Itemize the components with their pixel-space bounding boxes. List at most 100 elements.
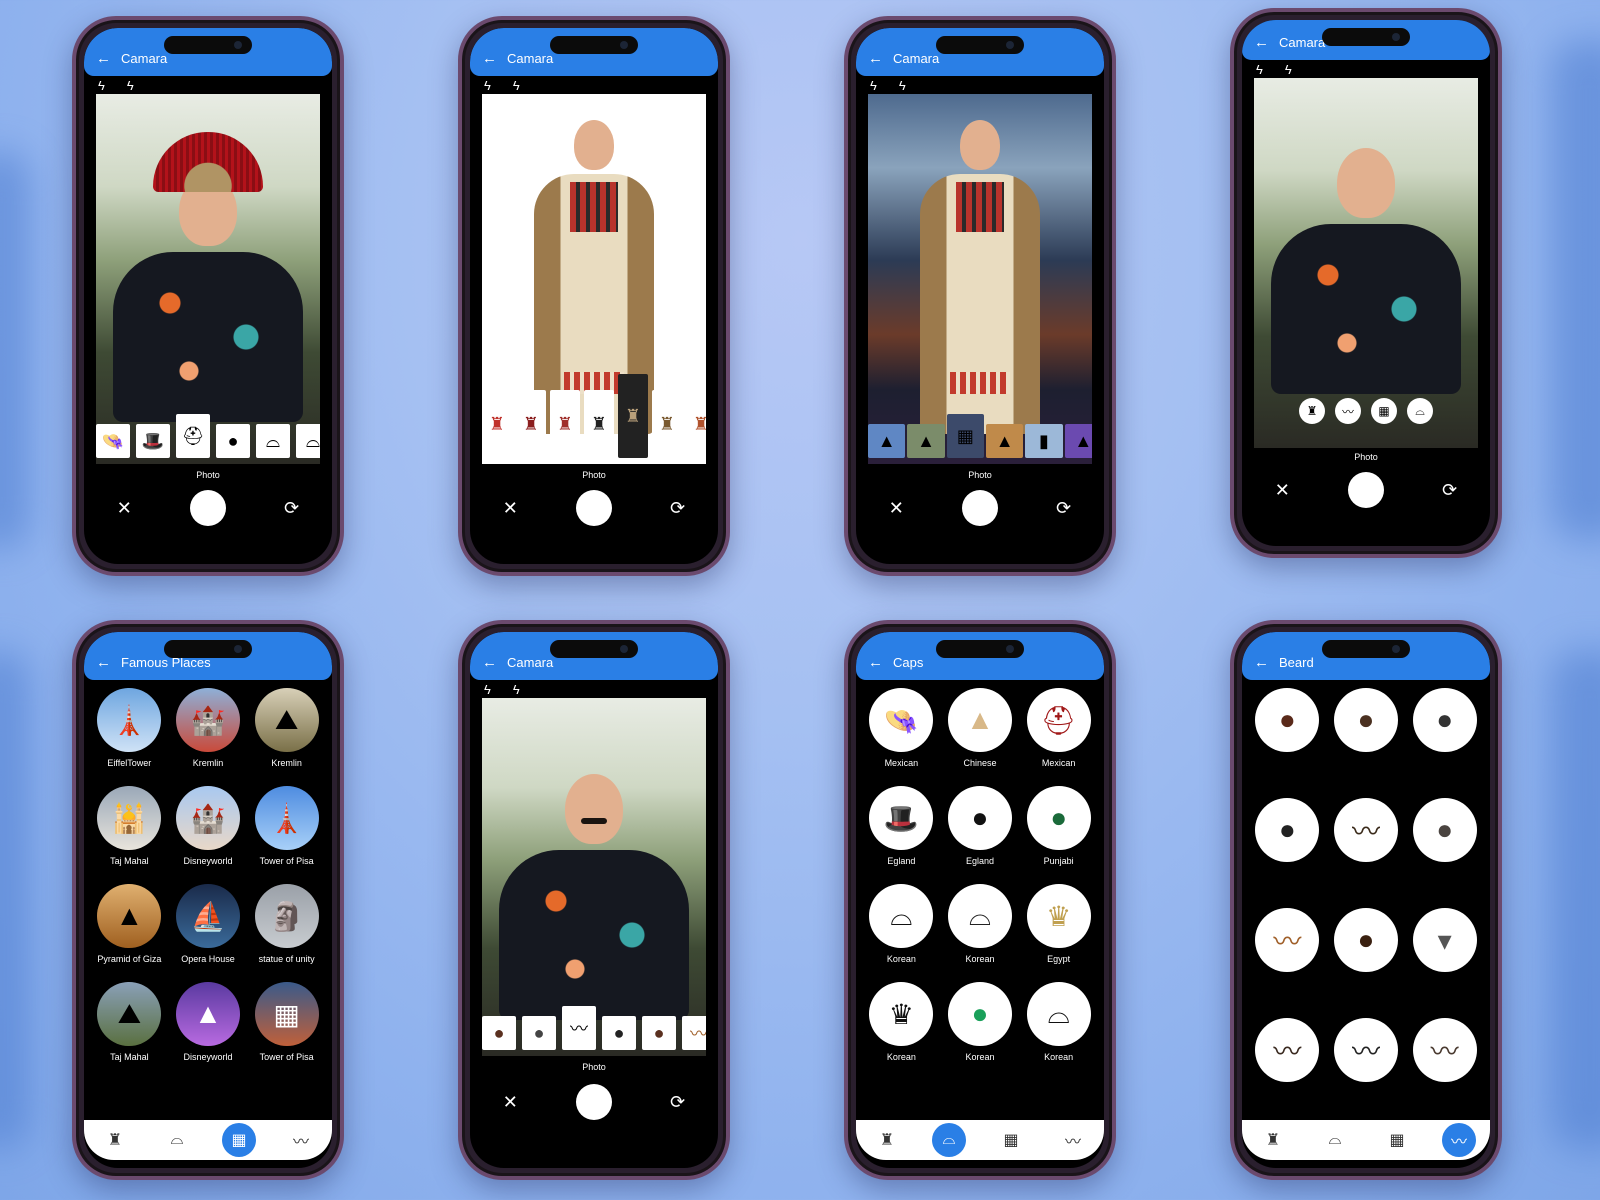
beard-item[interactable]: 〰 xyxy=(1327,798,1406,862)
switch-camera-icon[interactable]: ⟳ xyxy=(1435,480,1465,501)
back-arrow-icon[interactable]: ← xyxy=(96,51,111,66)
switch-camera-icon[interactable]: ⟳ xyxy=(663,498,693,519)
flash-off-icon[interactable]: ϟ xyxy=(513,682,520,697)
shutter-button[interactable] xyxy=(961,490,998,526)
back-arrow-icon[interactable]: ← xyxy=(96,655,111,670)
conical-hat-thumb-icon[interactable]: 🎩 xyxy=(136,424,170,458)
mustache-mode-icon[interactable]: 〰 xyxy=(1335,398,1361,424)
cap-item[interactable]: ⛑ Mexican xyxy=(1019,688,1098,770)
mustache-tab-icon[interactable]: 〰 xyxy=(284,1123,318,1157)
cap-mode-icon[interactable]: ⌓ xyxy=(1407,398,1433,424)
close-icon[interactable]: ✕ xyxy=(109,498,139,519)
beard-item[interactable]: ● xyxy=(1327,688,1406,752)
machu-thumb-icon[interactable]: ▲ xyxy=(907,424,945,458)
flash-icon[interactable]: ϟ xyxy=(484,682,491,697)
mustache-thumb-icon[interactable]: 〰 xyxy=(562,1006,596,1050)
place-tab-icon[interactable]: ▦ xyxy=(1380,1123,1414,1157)
cap-item[interactable]: ● Punjabi xyxy=(1019,786,1098,868)
costume-thumb-icon[interactable]: ♜ xyxy=(652,390,682,458)
mustache-tab-icon[interactable]: 〰 xyxy=(1056,1123,1090,1157)
cap-tab-icon[interactable]: ⌓ xyxy=(932,1123,966,1157)
switch-camera-icon[interactable]: ⟳ xyxy=(1049,498,1079,519)
place-item[interactable]: 🏰 Disneyworld xyxy=(169,786,248,868)
hair-thumb-icon[interactable]: ● xyxy=(216,424,250,458)
costume-thumb-icon[interactable]: ♜ xyxy=(686,390,706,458)
close-icon[interactable]: ✕ xyxy=(1267,480,1297,501)
beard-item[interactable]: 〰 xyxy=(1248,1018,1327,1082)
switch-camera-icon[interactable]: ⟳ xyxy=(663,1092,693,1113)
shutter-button[interactable] xyxy=(575,490,612,526)
place-item[interactable]: ⛵ Opera House xyxy=(169,884,248,966)
flash-off-icon[interactable]: ϟ xyxy=(899,78,906,93)
place-item[interactable]: 🗼 Tower of Pisa xyxy=(247,786,326,868)
beard-item[interactable]: 〰 xyxy=(1405,1018,1484,1082)
close-icon[interactable]: ✕ xyxy=(495,498,525,519)
shutter-button[interactable] xyxy=(1347,472,1384,508)
cap-tab-icon[interactable]: ⌓ xyxy=(160,1123,194,1157)
hat-thumb-icon[interactable]: ⌓ xyxy=(296,424,320,458)
cap-item[interactable]: 🎩 Egland xyxy=(862,786,941,868)
place-item[interactable]: ▲ Pyramid of Giza xyxy=(90,884,169,966)
close-icon[interactable]: ✕ xyxy=(881,498,911,519)
costume-thumb-icon[interactable]: ♜ xyxy=(550,390,580,458)
beard-thumb-icon[interactable]: ● xyxy=(522,1016,556,1050)
place-item[interactable]: 🏰 Kremlin xyxy=(169,688,248,770)
place-item[interactable]: 🗼 EiffelTower xyxy=(90,688,169,770)
costume-thumb-icon[interactable]: ♜ xyxy=(516,390,546,458)
back-arrow-icon[interactable]: ← xyxy=(868,51,883,66)
cap-tab-icon[interactable]: ⌓ xyxy=(1318,1123,1352,1157)
cap-item[interactable]: ⌓ Korean xyxy=(941,884,1020,966)
beard-item[interactable]: 〰 xyxy=(1327,1018,1406,1082)
helmet-thumb-icon[interactable]: ⛑ xyxy=(176,414,210,458)
cap-item[interactable]: ♛ Egypt xyxy=(1019,884,1098,966)
costume-tab-icon[interactable]: ♜ xyxy=(1256,1123,1290,1157)
cap-item[interactable]: ● Korean xyxy=(941,982,1020,1064)
cap-item[interactable]: ♛ Korean xyxy=(862,982,941,1064)
beard-thumb-icon[interactable]: ● xyxy=(602,1016,636,1050)
place-item[interactable]: 🕌 Taj Mahal xyxy=(90,786,169,868)
place-item[interactable]: ▦ Tower of Pisa xyxy=(247,982,326,1064)
costume-mode-icon[interactable]: ♜ xyxy=(1299,398,1325,424)
beard-thumb-icon[interactable]: ● xyxy=(642,1016,676,1050)
place-item[interactable]: ⛰ Taj Mahal xyxy=(90,982,169,1064)
costume-tab-icon[interactable]: ♜ xyxy=(98,1123,132,1157)
pyramid-thumb-icon[interactable]: ▲ xyxy=(985,424,1024,458)
pisa-thumb-icon[interactable]: ▮ xyxy=(1025,424,1063,458)
cap-item[interactable]: ⌓ Korean xyxy=(1019,982,1098,1064)
place-item[interactable]: ▲ Disneyworld xyxy=(169,982,248,1064)
cap-item[interactable]: ▲ Chinese xyxy=(941,688,1020,770)
eiffel-thumb-icon[interactable]: ▲ xyxy=(868,424,906,458)
cap-item[interactable]: ● Egland xyxy=(941,786,1020,868)
place-item[interactable]: 🗿 statue of unity xyxy=(247,884,326,966)
back-arrow-icon[interactable]: ← xyxy=(1254,655,1269,670)
costume-tab-icon[interactable]: ♜ xyxy=(870,1123,904,1157)
beard-item[interactable]: ● xyxy=(1248,798,1327,862)
wide-hat-thumb-icon[interactable]: ⌓ xyxy=(256,424,290,458)
costume-thumb-icon[interactable]: ♜ xyxy=(584,390,614,458)
beard-thumb-icon[interactable]: ● xyxy=(482,1016,516,1050)
flash-icon[interactable]: ϟ xyxy=(1256,62,1263,77)
cap-item[interactable]: 👒 Mexican xyxy=(862,688,941,770)
mustache-thumb-icon[interactable]: 〰 xyxy=(682,1016,706,1050)
place-tab-icon[interactable]: ▦ xyxy=(222,1123,256,1157)
beard-item[interactable]: ● xyxy=(1327,908,1406,972)
beard-item[interactable]: 〰 xyxy=(1248,908,1327,972)
city-thumb-icon[interactable]: ▦ xyxy=(946,414,984,458)
costume-thumb-icon[interactable]: ♜ xyxy=(618,374,648,458)
back-arrow-icon[interactable]: ← xyxy=(482,655,497,670)
place-item[interactable]: ⛰ Kremlin xyxy=(247,688,326,770)
shutter-button[interactable] xyxy=(189,490,226,526)
sombrero-thumb-icon[interactable]: 👒 xyxy=(96,424,130,458)
flash-icon[interactable]: ϟ xyxy=(98,78,105,93)
beard-item[interactable]: ● xyxy=(1405,688,1484,752)
back-arrow-icon[interactable]: ← xyxy=(482,51,497,66)
back-arrow-icon[interactable]: ← xyxy=(868,655,883,670)
place-mode-icon[interactable]: ▦ xyxy=(1371,398,1397,424)
flash-off-icon[interactable]: ϟ xyxy=(1285,62,1292,77)
flash-off-icon[interactable]: ϟ xyxy=(513,78,520,93)
beard-item[interactable]: ● xyxy=(1248,688,1327,752)
switch-camera-icon[interactable]: ⟳ xyxy=(277,498,307,519)
flash-icon[interactable]: ϟ xyxy=(870,78,877,93)
cap-item[interactable]: ⌓ Korean xyxy=(862,884,941,966)
close-icon[interactable]: ✕ xyxy=(495,1092,525,1113)
